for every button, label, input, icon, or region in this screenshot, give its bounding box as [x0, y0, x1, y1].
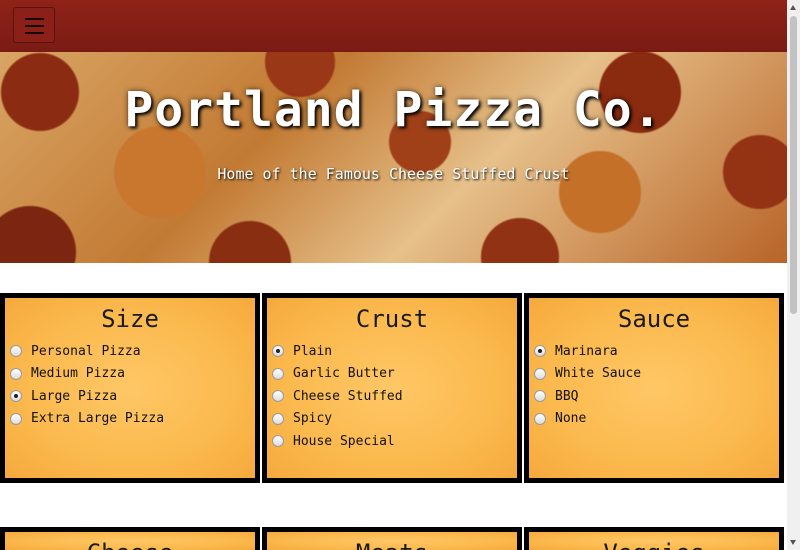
sauce-option[interactable]: Marinara — [529, 340, 779, 363]
cheese-heading: Cheese — [5, 536, 255, 550]
size-panel: Size Personal Pizza Medium Pizza Large P… — [0, 293, 260, 483]
size-heading: Size — [101, 305, 159, 333]
crust-heading: Crust — [355, 305, 429, 333]
size-option[interactable]: Personal Pizza — [5, 340, 255, 363]
crust-radio[interactable] — [272, 390, 284, 403]
site-title: Portland Pizza Co. — [124, 82, 663, 138]
crust-option[interactable]: Garlic Butter — [267, 363, 517, 386]
sauce-heading: Sauce — [617, 305, 691, 333]
crust-radio[interactable] — [272, 367, 284, 380]
size-option[interactable]: Medium Pizza — [5, 363, 255, 386]
sauce-radio[interactable] — [534, 345, 546, 358]
top-navbar — [0, 0, 787, 52]
sauce-panel: Sauce Marinara White Sauce BBQ None — [524, 293, 784, 483]
hero-banner: Portland Pizza Co. Home of the Famous Ch… — [0, 52, 787, 263]
size-radio[interactable] — [10, 367, 22, 380]
sauce-radio[interactable] — [534, 390, 546, 403]
sauce-radio[interactable] — [534, 412, 546, 425]
crust-panel: Crust Plain Garlic Butter Cheese Stuffed… — [262, 293, 522, 483]
crust-option[interactable]: Plain — [267, 340, 517, 363]
crust-option[interactable]: House Special — [267, 430, 517, 453]
scrollbar-thumb[interactable] — [790, 16, 797, 314]
meats-panel: Meats — [262, 527, 522, 550]
sauce-radio[interactable] — [534, 367, 546, 380]
hamburger-menu-button[interactable] — [13, 7, 55, 43]
crust-option[interactable]: Spicy — [267, 408, 517, 431]
veggies-panel: Veggies — [524, 527, 784, 550]
site-tagline: Home of the Famous Cheese Stuffed Crust — [217, 165, 570, 183]
size-radio[interactable] — [10, 390, 22, 403]
scroll-down-arrow-icon[interactable] — [790, 540, 796, 545]
cheese-panel: Cheese — [0, 527, 260, 550]
crust-option[interactable]: Cheese Stuffed — [267, 385, 517, 408]
crust-radio[interactable] — [272, 345, 284, 358]
scroll-up-arrow-icon[interactable] — [790, 5, 796, 10]
size-radio[interactable] — [10, 345, 22, 358]
size-option[interactable]: Large Pizza — [5, 385, 255, 408]
veggies-heading: Veggies — [529, 536, 779, 550]
sauce-option[interactable]: White Sauce — [529, 363, 779, 386]
sauce-option[interactable]: BBQ — [529, 385, 779, 408]
size-option[interactable]: Extra Large Pizza — [5, 408, 255, 431]
sauce-option[interactable]: None — [529, 408, 779, 431]
crust-radio[interactable] — [272, 435, 284, 448]
size-radio[interactable] — [10, 412, 22, 425]
page-scrollbar[interactable] — [787, 0, 800, 550]
meats-heading: Meats — [267, 536, 517, 550]
crust-radio[interactable] — [272, 412, 284, 425]
